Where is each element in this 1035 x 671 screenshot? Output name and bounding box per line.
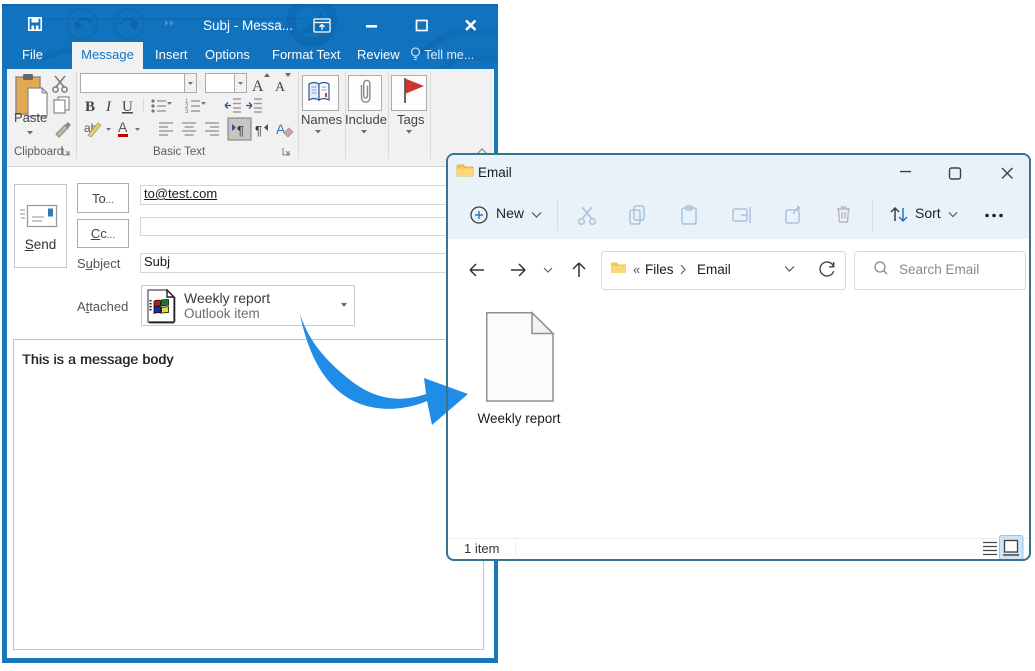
svg-text:Sort: Sort [915, 205, 941, 221]
svg-text:Files: Files [645, 262, 674, 277]
svg-text:¶: ¶ [237, 123, 244, 138]
svg-text:I: I [105, 99, 112, 115]
svg-text:Clipboard: Clipboard [14, 146, 63, 158]
svg-text:¶: ¶ [255, 123, 262, 138]
svg-text:A: A [276, 121, 286, 137]
svg-text:Email: Email [697, 262, 731, 277]
svg-text:B: B [85, 99, 95, 115]
svg-text:Include: Include [345, 112, 387, 127]
svg-text:Tags: Tags [397, 112, 425, 127]
svg-text:Paste: Paste [14, 110, 47, 125]
svg-text:Subj - Messa...: Subj - Messa... [203, 18, 293, 33]
svg-text:Search Email: Search Email [899, 262, 979, 277]
svg-text:1 item: 1 item [464, 541, 499, 556]
svg-text:Email: Email [478, 165, 512, 180]
svg-text:Names: Names [301, 112, 343, 127]
svg-text:New: New [496, 205, 525, 221]
svg-text:A: A [252, 78, 264, 95]
svg-text:A: A [118, 119, 128, 135]
svg-text:U: U [122, 99, 133, 115]
svg-text:A: A [275, 80, 286, 95]
svg-text:Basic Text: Basic Text [153, 146, 206, 158]
svg-text:3: 3 [185, 109, 189, 115]
svg-text:«: « [633, 262, 640, 277]
